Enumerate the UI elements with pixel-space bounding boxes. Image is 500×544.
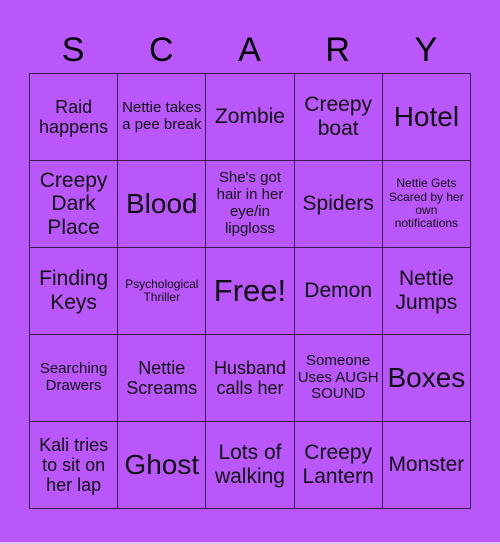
bingo-cell[interactable]: Spiders: [293, 160, 383, 248]
bingo-cell[interactable]: Nettie Jumps: [381, 247, 472, 335]
bingo-cell[interactable]: Creepy Dark Place: [28, 160, 119, 248]
bingo-cell[interactable]: Searching Drawers: [28, 334, 119, 422]
bingo-cell[interactable]: Hotel: [381, 73, 472, 161]
board-row: Raid happens Nettie takes a pee break Zo…: [28, 73, 472, 161]
header-letter-a: A: [238, 31, 261, 69]
bingo-cell[interactable]: Monster: [381, 421, 472, 509]
bingo-cell[interactable]: Boxes: [381, 334, 472, 422]
bingo-cell[interactable]: Creepy boat: [293, 73, 383, 161]
bingo-cell[interactable]: Nettie Gets Scared by her own notificati…: [381, 160, 472, 248]
bingo-header: S C A R Y: [29, 28, 470, 72]
bingo-cell[interactable]: Finding Keys: [28, 247, 119, 335]
board-row: Creepy Dark Place Blood She's got hair i…: [28, 160, 472, 248]
bingo-cell[interactable]: Kali tries to sit on her lap: [28, 421, 119, 509]
bingo-cell[interactable]: Someone Uses AUGH SOUND: [293, 334, 383, 422]
header-letter-c: C: [149, 31, 174, 69]
board-row: Searching Drawers Nettie Screams Husband…: [28, 334, 472, 422]
bingo-cell[interactable]: Demon: [293, 247, 383, 335]
board-row: Finding Keys Psychological Thriller Free…: [28, 247, 472, 335]
bingo-cell[interactable]: Husband calls her: [205, 334, 295, 422]
bingo-board: Raid happens Nettie takes a pee break Zo…: [28, 73, 472, 509]
bingo-cell[interactable]: Nettie Screams: [117, 334, 207, 422]
bingo-cell[interactable]: Blood: [117, 160, 207, 248]
board-row: Kali tries to sit on her lap Ghost Lots …: [28, 421, 472, 509]
free-space-cell[interactable]: Free!: [205, 247, 295, 335]
bingo-cell[interactable]: Ghost: [117, 421, 207, 509]
bingo-cell[interactable]: Psychological Thriller: [117, 247, 207, 335]
bingo-cell[interactable]: Nettie takes a pee break: [117, 73, 207, 161]
bingo-cell[interactable]: Zombie: [205, 73, 295, 161]
bingo-cell[interactable]: She's got hair in her eye/in lipgloss: [205, 160, 295, 248]
header-letter-y: Y: [414, 31, 438, 69]
bingo-cell[interactable]: Lots of walking: [205, 421, 295, 509]
bingo-cell[interactable]: Raid happens: [28, 73, 119, 161]
header-letter-s: S: [61, 31, 85, 69]
bingo-cell[interactable]: Creepy Lantern: [293, 421, 383, 509]
header-letter-r: R: [325, 31, 350, 69]
